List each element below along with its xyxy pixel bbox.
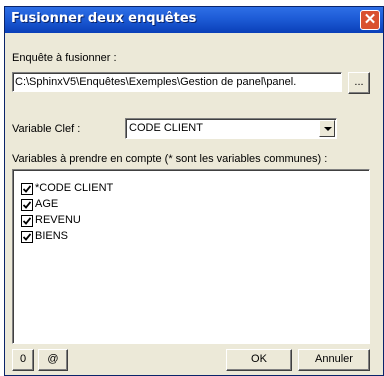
browse-button[interactable]: ...: [348, 72, 370, 94]
chevron-down-icon: [324, 127, 332, 131]
key-variable-select[interactable]: CODE CLIENT: [125, 118, 337, 139]
checkbox[interactable]: [21, 215, 33, 227]
key-variable-value: CODE CLIENT: [129, 122, 203, 134]
ok-button[interactable]: OK: [226, 349, 292, 371]
survey-label: Enquête à fusionner :: [12, 52, 117, 64]
title-bar: Fusionner deux enquêtes ✕: [5, 7, 383, 33]
checkmark-icon: [23, 233, 31, 241]
survey-path-text: C:\SphinxV5\Enquêtes\Exemples\Gestion de…: [15, 76, 297, 88]
checkmark-icon: [23, 201, 31, 209]
variables-list[interactable]: *CODE CLIENT AGE REVENU BIENS: [12, 169, 370, 344]
survey-path-field[interactable]: C:\SphinxV5\Enquêtes\Exemples\Gestion de…: [12, 72, 342, 92]
list-item-label: *CODE CLIENT: [35, 182, 114, 194]
cancel-button[interactable]: Annuler: [298, 349, 370, 371]
checkmark-icon: [23, 185, 31, 193]
list-item-label: REVENU: [35, 214, 81, 226]
checkbox[interactable]: [21, 183, 33, 195]
checkmark-icon: [23, 217, 31, 225]
dropdown-button[interactable]: [319, 120, 335, 137]
merge-dialog: Fusionner deux enquêtes ✕ Enquête à fusi…: [4, 6, 384, 376]
at-button[interactable]: @: [38, 349, 68, 371]
dialog-title: Fusionner deux enquêtes: [11, 11, 197, 26]
close-icon[interactable]: ✕: [360, 10, 380, 30]
zero-button[interactable]: 0: [12, 349, 34, 371]
list-item-label: AGE: [35, 198, 59, 210]
key-variable-label: Variable Clef :: [12, 123, 81, 135]
checkbox[interactable]: [21, 231, 33, 243]
variables-label: Variables à prendre en compte (* sont le…: [12, 153, 328, 165]
checkbox[interactable]: [21, 199, 33, 211]
list-item-label: BIENS: [35, 230, 69, 242]
